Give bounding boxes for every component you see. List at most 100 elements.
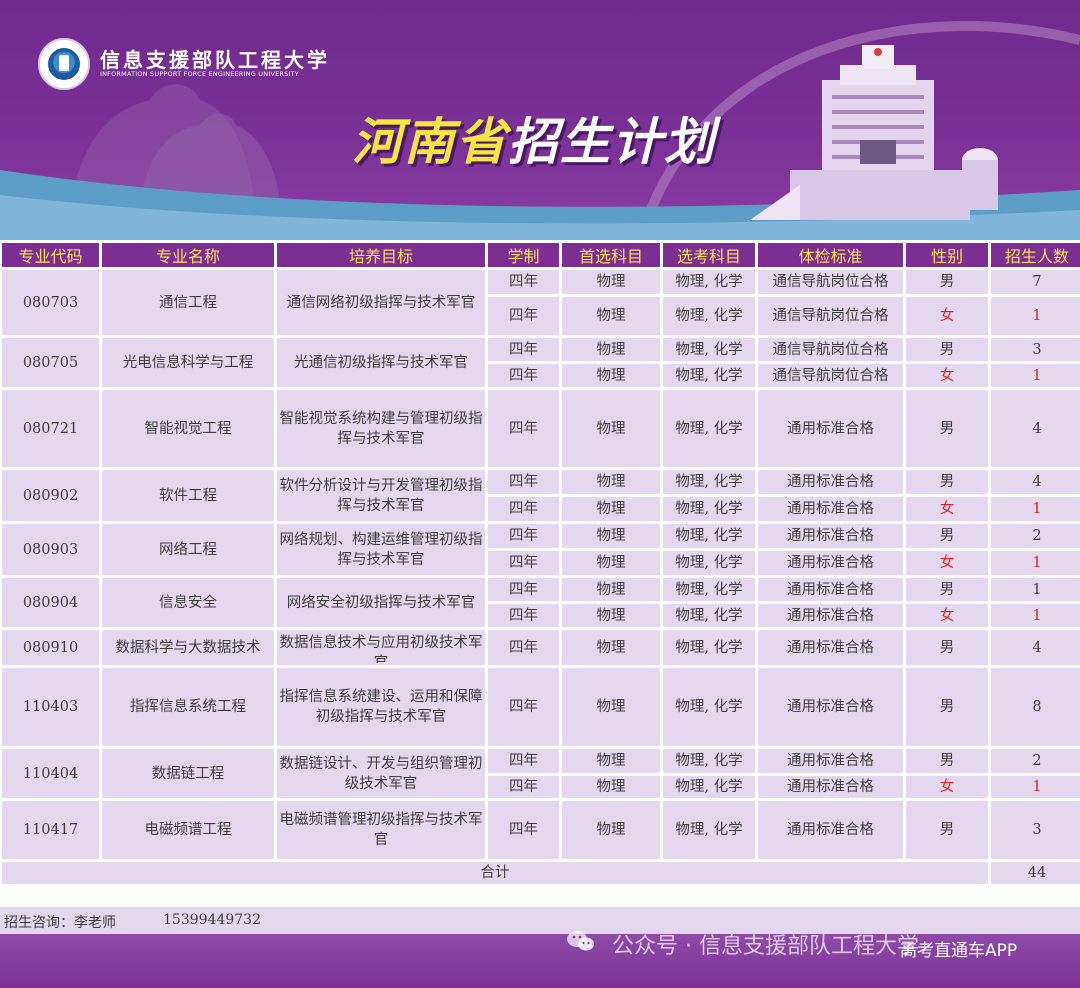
physical-standard: 通用标准合格	[758, 630, 903, 665]
col-header-elective-subjects: 选考科目	[663, 243, 755, 267]
first-subject: 物理	[562, 630, 660, 665]
enroll-count: 3	[991, 338, 1080, 361]
major-code: 080904	[2, 578, 99, 627]
years: 四年	[488, 776, 559, 798]
gender: 男	[906, 270, 988, 294]
major-code: 080721	[2, 390, 99, 467]
table-row: 080703 通信工程 通信网络初级指挥与技术军官 四年 物理 物理, 化学 通…	[2, 270, 1080, 335]
major-name: 数据链工程	[102, 749, 274, 798]
major-name: 数据科学与大数据技术	[102, 630, 274, 665]
contact-label: 招生咨询：李老师	[4, 915, 116, 931]
col-header-physical-standard: 体检标准	[758, 243, 903, 267]
enroll-count: 7	[991, 270, 1080, 294]
physical-standard: 通用标准合格	[758, 578, 903, 601]
first-subject: 物理	[562, 497, 660, 521]
elective-subjects: 物理, 化学	[663, 497, 755, 521]
gender: 男	[906, 749, 988, 773]
years: 四年	[488, 270, 559, 294]
first-subject: 物理	[562, 668, 660, 746]
wechat-icon	[567, 931, 594, 951]
years: 四年	[488, 578, 559, 601]
major-name: 网络工程	[102, 524, 274, 575]
enroll-count: 8	[991, 668, 1080, 746]
col-header-goal: 培养目标	[277, 243, 485, 267]
col-header-name: 专业名称	[102, 243, 274, 267]
first-subject: 物理	[562, 749, 660, 773]
elective-subjects: 物理, 化学	[663, 524, 755, 548]
gender: 男	[906, 578, 988, 601]
enroll-count: 4	[991, 470, 1080, 494]
enroll-count: 1	[991, 364, 1080, 387]
table-row: 080705 光电信息科学与工程 光通信初级指挥与技术军官 四年 物理 物理, …	[2, 338, 1080, 387]
elective-subjects: 物理, 化学	[663, 578, 755, 601]
elective-subjects: 物理, 化学	[663, 749, 755, 773]
physical-standard: 通信导航岗位合格	[758, 270, 903, 294]
enroll-count: 4	[991, 630, 1080, 665]
physical-standard: 通用标准合格	[758, 524, 903, 548]
gender: 男	[906, 668, 988, 746]
years: 四年	[488, 297, 559, 335]
enrollment-table-area: 专业代码 专业名称 培养目标 学制 首选科目 选考科目 体检标准 性别 招生人数…	[0, 240, 1080, 887]
first-subject: 物理	[562, 604, 660, 627]
first-subject: 物理	[562, 776, 660, 798]
first-subject: 物理	[562, 364, 660, 387]
gender: 女	[906, 551, 988, 575]
gender: 男	[906, 524, 988, 548]
enroll-count: 3	[991, 801, 1080, 859]
gender: 女	[906, 776, 988, 798]
major-code: 080910	[2, 630, 99, 665]
elective-subjects: 物理, 化学	[663, 668, 755, 746]
elective-subjects: 物理, 化学	[663, 776, 755, 798]
training-goal: 数据信息技术与应用初级技术军官	[277, 630, 485, 665]
first-subject: 物理	[562, 801, 660, 859]
gender: 女	[906, 604, 988, 627]
total-value: 44	[991, 862, 1080, 884]
elective-subjects: 物理, 化学	[663, 604, 755, 627]
university-name-english: INFORMATION SUPPORT FORCE ENGINEERING UN…	[100, 70, 299, 78]
col-header-count: 招生人数	[991, 243, 1080, 267]
table-row: 110404 数据链工程 数据链设计、开发与组织管理初级技术军官 四年 物理 物…	[2, 749, 1080, 798]
title-rest: 招生计划	[508, 113, 716, 171]
years: 四年	[488, 390, 559, 467]
training-goal: 通信网络初级指挥与技术军官	[277, 270, 485, 335]
enroll-count: 1	[991, 551, 1080, 575]
first-subject: 物理	[562, 470, 660, 494]
first-subject: 物理	[562, 297, 660, 335]
training-goal: 数据链设计、开发与组织管理初级技术军官	[277, 749, 485, 798]
table-row: 110417 电磁频谱工程 电磁频谱管理初级指挥与技术军官 四年 物理 物理, …	[2, 801, 1080, 859]
university-name: 信息支援部队工程大学	[100, 48, 330, 72]
university-logo	[38, 38, 90, 90]
table-row: 080721 智能视觉工程 智能视觉系统构建与管理初级指挥与技术军官 四年 物理…	[2, 390, 1080, 467]
first-subject: 物理	[562, 390, 660, 467]
enroll-count: 2	[991, 749, 1080, 773]
physical-standard: 通用标准合格	[758, 470, 903, 494]
title-province: 河南省	[352, 113, 508, 171]
training-goal: 网络安全初级指挥与技术军官	[277, 578, 485, 627]
training-goal-text: 数据信息技术与应用初级技术军官	[279, 634, 483, 663]
elective-subjects: 物理, 化学	[663, 801, 755, 859]
training-goal: 电磁频谱管理初级指挥与技术军官	[277, 801, 485, 859]
elective-subjects: 物理, 化学	[663, 297, 755, 335]
col-header-first-subject: 首选科目	[562, 243, 660, 267]
physical-standard: 通用标准合格	[758, 497, 903, 521]
enroll-count: 1	[991, 297, 1080, 335]
years: 四年	[488, 524, 559, 548]
years: 四年	[488, 749, 559, 773]
physical-standard: 通信导航岗位合格	[758, 297, 903, 335]
training-goal: 软件分析设计与开发管理初级指挥与技术军官	[277, 470, 485, 521]
physical-standard: 通用标准合格	[758, 801, 903, 859]
years: 四年	[488, 630, 559, 665]
physical-standard: 通用标准合格	[758, 776, 903, 798]
table-row: 080903 网络工程 网络规划、构建运维管理初级指挥与技术军官 四年 物理 物…	[2, 524, 1080, 575]
gender: 男	[906, 338, 988, 361]
training-goal: 光通信初级指挥与技术军官	[277, 338, 485, 387]
table-row: 080904 信息安全 网络安全初级指挥与技术军官 四年 物理 物理, 化学 通…	[2, 578, 1080, 627]
years: 四年	[488, 338, 559, 361]
gender: 女	[906, 497, 988, 521]
header-banner: 信息支援部队工程大学 INFORMATION SUPPORT FORCE ENG…	[0, 0, 1080, 240]
first-subject: 物理	[562, 551, 660, 575]
gender: 男	[906, 630, 988, 665]
major-name: 智能视觉工程	[102, 390, 274, 467]
elective-subjects: 物理, 化学	[663, 551, 755, 575]
training-goal: 网络规划、构建运维管理初级指挥与技术军官	[277, 524, 485, 575]
